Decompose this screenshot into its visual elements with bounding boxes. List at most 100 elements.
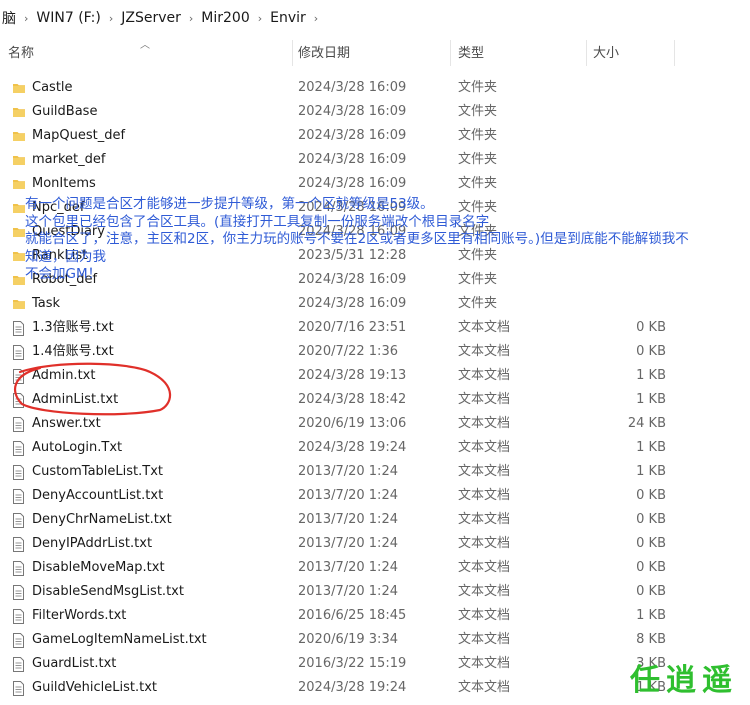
file-row[interactable]: GuildBase 2024/3/28 16:09 文件夹 bbox=[0, 100, 750, 124]
file-size: 0 KB bbox=[636, 512, 666, 527]
file-size: 1 KB bbox=[636, 392, 666, 407]
file-modified-date: 2024/3/28 19:24 bbox=[298, 440, 407, 455]
file-row[interactable]: DenyChrNameList.txt 2013/7/20 1:24 文本文档 0 K… bbox=[0, 508, 750, 532]
chevron-right-icon[interactable]: › bbox=[310, 12, 324, 25]
file-name: Answer.txt bbox=[32, 416, 101, 431]
text-file-icon bbox=[12, 513, 26, 528]
file-name: Castle bbox=[32, 80, 73, 95]
file-type: 文本文档 bbox=[458, 560, 511, 575]
file-row[interactable]: AdminList.txt 2024/3/28 18:42 文本文档 1 KB bbox=[0, 388, 750, 412]
file-name: AdminList.txt bbox=[32, 392, 119, 407]
file-row[interactable]: FilterWords.txt 2016/6/25 18:45 文本文档 1 KB bbox=[0, 604, 750, 628]
file-row[interactable]: GameLogItemNameList.txt 2020/6/19 3:34 文本文… bbox=[0, 628, 750, 652]
file-type: 文本文档 bbox=[458, 440, 511, 455]
file-name: DenyAccountList.txt bbox=[32, 488, 164, 503]
file-type: 文件夹 bbox=[458, 176, 498, 191]
file-modified-date: 2020/7/22 1:36 bbox=[298, 344, 398, 359]
file-size: 8 KB bbox=[636, 632, 666, 647]
file-type: 文件夹 bbox=[458, 80, 498, 95]
file-size: 1 KB bbox=[636, 368, 666, 383]
file-row[interactable]: MapQuest_def 2024/3/28 16:09 文件夹 bbox=[0, 124, 750, 148]
column-modified-header[interactable]: 修改日期 bbox=[298, 38, 350, 68]
breadcrumb-item[interactable]: Mir200 bbox=[199, 10, 253, 26]
breadcrumb-item[interactable]: Envir bbox=[268, 10, 310, 26]
column-size-header[interactable]: 大小 bbox=[593, 38, 619, 68]
file-modified-date: 2024/3/28 16:09 bbox=[298, 152, 407, 167]
annotation-line: 有一个问题是合区才能够进一步提升等级，第一个区就等级是53级。 bbox=[25, 196, 434, 212]
text-file-icon bbox=[12, 537, 26, 552]
folder-icon bbox=[12, 201, 26, 216]
file-row[interactable]: Castle 2024/3/28 16:09 文件夹 bbox=[0, 76, 750, 100]
watermark-logo: 任逍遥 bbox=[630, 663, 738, 698]
file-name: GuildVehicleList.txt bbox=[32, 680, 158, 695]
column-name-header[interactable]: 名称 bbox=[8, 38, 34, 68]
file-modified-date: 2024/3/28 16:09 bbox=[298, 104, 407, 119]
annotation-line: 就能合区了，注意，主区和2区，你主力玩的账号不要在2区或者更多区里有相同账号。)… bbox=[25, 231, 689, 247]
file-size: 0 KB bbox=[636, 344, 666, 359]
file-modified-date: 2013/7/20 1:24 bbox=[298, 536, 398, 551]
file-row[interactable]: DisableMoveMap.txt 2013/7/20 1:24 文本文档 0 KB bbox=[0, 556, 750, 580]
file-name: 1.4倍账号.txt bbox=[32, 344, 114, 359]
annotation-line: 不会加GM！ bbox=[25, 266, 102, 282]
text-file-icon bbox=[12, 441, 26, 456]
file-type: 文本文档 bbox=[458, 512, 511, 527]
file-type: 文本文档 bbox=[458, 608, 511, 623]
text-file-icon bbox=[12, 609, 26, 624]
text-file-icon bbox=[12, 681, 26, 696]
file-type: 文本文档 bbox=[458, 632, 511, 647]
file-modified-date: 2024/3/28 18:42 bbox=[298, 392, 407, 407]
breadcrumb-item[interactable]: WIN7 (F:) bbox=[34, 10, 104, 26]
file-name: 1.3倍账号.txt bbox=[32, 320, 114, 335]
folder-icon bbox=[12, 297, 26, 312]
file-row[interactable]: MonItems 2024/3/28 16:09 文件夹 bbox=[0, 172, 750, 196]
text-file-icon bbox=[12, 417, 26, 432]
folder-icon bbox=[12, 129, 26, 144]
annotation-line: 知道，因为我 bbox=[25, 248, 106, 265]
file-name: FilterWords.txt bbox=[32, 608, 127, 623]
file-modified-date: 2020/6/19 3:34 bbox=[298, 632, 398, 647]
file-name: DenyIPAddrList.txt bbox=[32, 536, 153, 551]
file-type: 文本文档 bbox=[458, 680, 511, 695]
text-file-icon bbox=[12, 657, 26, 672]
file-type: 文件夹 bbox=[458, 128, 498, 143]
breadcrumb-item[interactable]: JZServer bbox=[119, 10, 185, 26]
file-name: market_def bbox=[32, 152, 106, 167]
text-file-icon bbox=[12, 393, 26, 408]
text-file-icon bbox=[12, 345, 26, 360]
file-size: 0 KB bbox=[636, 488, 666, 503]
file-row[interactable]: DisableSendMsgList.txt 2013/7/20 1:24 文本文档… bbox=[0, 580, 750, 604]
column-type-header[interactable]: 类型 bbox=[458, 38, 484, 68]
column-divider[interactable] bbox=[292, 40, 293, 66]
file-modified-date: 2013/7/20 1:24 bbox=[298, 464, 398, 479]
file-type: 文本文档 bbox=[458, 320, 511, 335]
chevron-right-icon[interactable]: › bbox=[20, 12, 34, 25]
chevron-right-icon[interactable]: › bbox=[254, 12, 268, 25]
file-row[interactable]: 1.4倍账号.txt 2020/7/22 1:36 文本文档 0 KB bbox=[0, 340, 750, 364]
folder-icon bbox=[12, 105, 26, 120]
chevron-right-icon[interactable]: › bbox=[105, 12, 119, 25]
file-row[interactable]: DenyIPAddrList.txt 2013/7/20 1:24 文本文档 0 KB bbox=[0, 532, 750, 556]
file-row[interactable]: 1.3倍账号.txt 2020/7/16 23:51 文本文档 0 KB bbox=[0, 316, 750, 340]
column-divider[interactable] bbox=[586, 40, 587, 66]
file-size: 24 KB bbox=[627, 416, 666, 431]
file-size: 0 KB bbox=[636, 584, 666, 599]
file-type: 文件夹 bbox=[458, 104, 498, 119]
file-row[interactable]: CustomTableList.Txt 2013/7/20 1:24 文本文档 1 K… bbox=[0, 460, 750, 484]
column-divider[interactable] bbox=[674, 40, 675, 66]
file-row[interactable]: AutoLogin.Txt 2024/3/28 19:24 文本文档 1 KB bbox=[0, 436, 750, 460]
file-row[interactable]: DenyAccountList.txt 2013/7/20 1:24 文本文档 0 K… bbox=[0, 484, 750, 508]
column-divider[interactable] bbox=[450, 40, 451, 66]
text-file-icon bbox=[12, 321, 26, 336]
file-row[interactable]: market_def 2024/3/28 16:09 文件夹 bbox=[0, 148, 750, 172]
file-name: GuildBase bbox=[32, 104, 98, 119]
text-file-icon bbox=[12, 369, 26, 384]
sort-ascending-icon: ︿ bbox=[140, 40, 150, 51]
breadcrumb-item[interactable]: 脑 bbox=[0, 8, 20, 28]
file-row[interactable]: Admin.txt 2024/3/28 19:13 文本文档 1 KB bbox=[0, 364, 750, 388]
file-size: 0 KB bbox=[636, 536, 666, 551]
file-modified-date: 2020/6/19 13:06 bbox=[298, 416, 407, 431]
file-row[interactable]: Task 2024/3/28 16:09 文件夹 bbox=[0, 292, 750, 316]
chevron-right-icon[interactable]: › bbox=[185, 12, 199, 25]
file-row[interactable]: Answer.txt 2020/6/19 13:06 文本文档 24 KB bbox=[0, 412, 750, 436]
file-size: 1 KB bbox=[636, 608, 666, 623]
